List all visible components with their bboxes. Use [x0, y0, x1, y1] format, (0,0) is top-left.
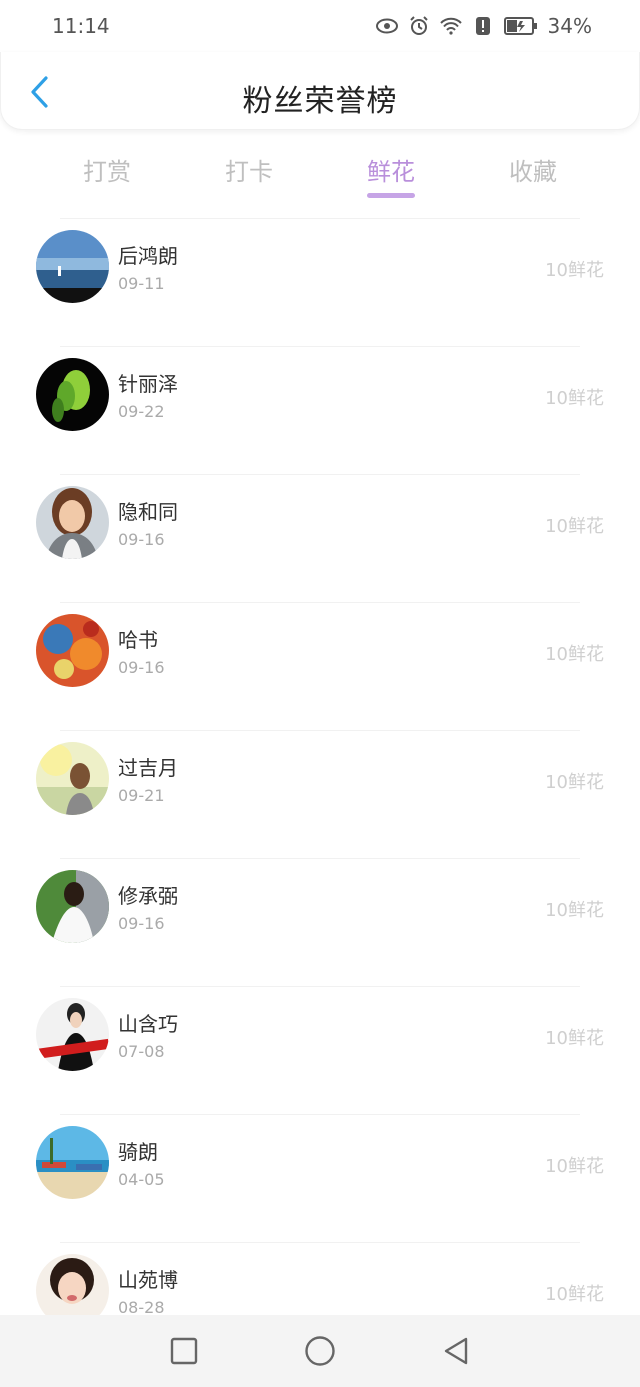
flower-count: 10鲜花 [545, 1028, 604, 1049]
avatar[interactable] [36, 1126, 109, 1199]
fan-name: 骑朗 [118, 1140, 158, 1164]
list-item[interactable]: 哈书 09-16 10鲜花 [0, 602, 640, 730]
avatar[interactable] [36, 870, 109, 943]
system-nav-bar [0, 1315, 640, 1387]
list-item[interactable]: 修承弼 09-16 10鲜花 [0, 858, 640, 986]
status-bar: 11:14 34% [0, 0, 640, 52]
flower-count: 10鲜花 [545, 644, 604, 665]
fan-name: 后鸿朗 [118, 244, 178, 268]
tab-flowers[interactable]: 鲜花 [320, 140, 462, 204]
list-item[interactable]: 后鸿朗 09-11 10鲜花 [0, 218, 640, 346]
fan-date: 09-21 [118, 786, 165, 805]
divider [60, 730, 580, 731]
divider [60, 858, 580, 859]
fan-name: 针丽泽 [118, 372, 178, 396]
fan-name: 修承弼 [118, 884, 178, 908]
square-recents-icon [170, 1337, 198, 1365]
circle-home-icon [305, 1336, 335, 1366]
list-item[interactable]: 骑朗 04-05 10鲜花 [0, 1114, 640, 1242]
flower-count: 10鲜花 [545, 260, 604, 281]
tab-reward[interactable]: 打赏 [36, 140, 178, 204]
fan-name: 隐和同 [118, 500, 178, 524]
divider [60, 346, 580, 347]
fan-name: 山含巧 [118, 1012, 178, 1036]
flower-count: 10鲜花 [545, 516, 604, 537]
battery-percent: 34% [547, 14, 592, 38]
back-nav-button[interactable] [436, 1331, 476, 1371]
tab-bar: 打赏 打卡 鲜花 收藏 [36, 140, 604, 204]
recents-button[interactable] [164, 1331, 204, 1371]
flower-count: 10鲜花 [545, 1284, 604, 1305]
tab-favorites[interactable]: 收藏 [462, 140, 604, 204]
avatar[interactable] [36, 998, 109, 1071]
status-icons: 34% [375, 14, 592, 38]
alert-icon [472, 15, 494, 37]
header: 粉丝荣誉榜 [0, 52, 640, 130]
flower-count: 10鲜花 [545, 772, 604, 793]
fan-name: 山苑博 [118, 1268, 178, 1292]
divider [60, 474, 580, 475]
eye-icon [375, 15, 398, 37]
list-item[interactable]: 针丽泽 09-22 10鲜花 [0, 346, 640, 474]
active-tab-indicator [367, 193, 415, 198]
fan-date: 07-08 [118, 1042, 165, 1061]
tab-checkin[interactable]: 打卡 [178, 140, 320, 204]
divider [60, 602, 580, 603]
fan-name: 哈书 [118, 628, 158, 652]
list-item[interactable]: 山含巧 07-08 10鲜花 [0, 986, 640, 1114]
fan-date: 04-05 [118, 1170, 165, 1189]
avatar[interactable] [36, 614, 109, 687]
flower-count: 10鲜花 [545, 900, 604, 921]
avatar[interactable] [36, 742, 109, 815]
battery-icon [503, 15, 538, 37]
divider [60, 1242, 580, 1243]
home-button[interactable] [300, 1331, 340, 1371]
status-time: 11:14 [52, 14, 110, 38]
wifi-icon [439, 15, 462, 37]
alarm-icon [408, 15, 430, 37]
fan-date: 09-16 [118, 658, 165, 677]
avatar[interactable] [36, 230, 109, 303]
flower-count: 10鲜花 [545, 1156, 604, 1177]
avatar[interactable] [36, 486, 109, 559]
fan-list: 后鸿朗 09-11 10鲜花 针丽泽 09-22 10鲜花 隐和同 09-16 … [0, 218, 640, 1370]
flower-count: 10鲜花 [545, 388, 604, 409]
fan-date: 09-16 [118, 530, 165, 549]
list-item[interactable]: 隐和同 09-16 10鲜花 [0, 474, 640, 602]
page-title: 粉丝荣誉榜 [242, 84, 398, 119]
fan-date: 09-11 [118, 274, 165, 293]
avatar[interactable] [36, 358, 109, 431]
divider [60, 218, 580, 219]
divider [60, 1114, 580, 1115]
fan-date: 09-16 [118, 914, 165, 933]
list-item[interactable]: 过吉月 09-21 10鲜花 [0, 730, 640, 858]
triangle-back-icon [444, 1337, 468, 1365]
fan-name: 过吉月 [118, 756, 178, 780]
fan-date: 09-22 [118, 402, 165, 421]
divider [60, 986, 580, 987]
